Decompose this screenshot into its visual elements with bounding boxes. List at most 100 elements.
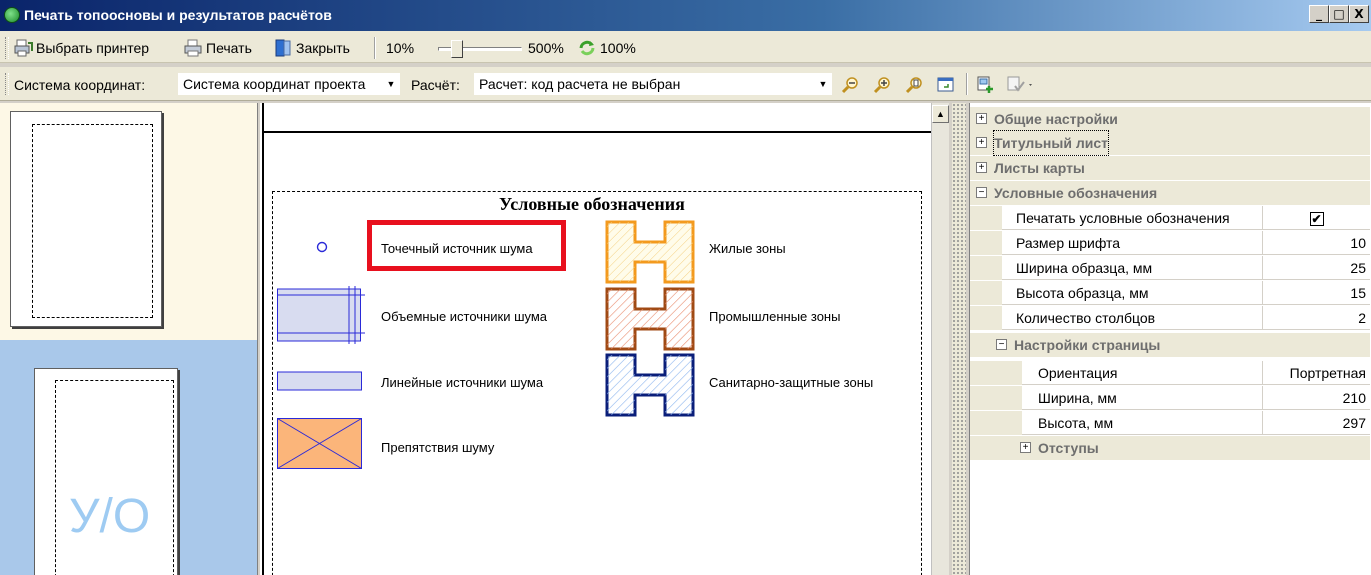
property-name: Количество столбцов [1016,310,1156,326]
collapse-icon[interactable]: − [976,187,987,198]
printer-icon [184,39,202,57]
property-name: Высота, мм [1038,415,1114,431]
dropdown-arrow-icon: ▼ [818,79,828,89]
property-name: Ориентация [1038,365,1118,381]
category-margins[interactable]: + Отступы [970,436,1370,460]
coordinate-system-value: Система координат проекта [183,76,366,92]
legend-line-sources-label: Линейные источники шума [381,375,544,390]
minimize-button[interactable]: _ [1309,5,1329,23]
expand-icon[interactable]: + [976,113,987,124]
zoom-slider-thumb[interactable] [451,40,463,58]
category-page-settings[interactable]: − Настройки страницы [970,333,1370,357]
legend-obstacles-label: Препятствия шуму [381,440,495,455]
category-title-sheet[interactable]: + Титульный лист [970,130,1370,156]
add-sheet-icon [977,76,993,93]
close-window-button[interactable]: X [1349,5,1369,23]
toolbar-separator [966,73,968,95]
preview-scrollbar[interactable]: ▲ [931,103,949,575]
property-name: Высота образца, мм [1016,285,1149,301]
zoom-slider[interactable] [438,40,522,58]
page-top-edge [262,131,931,133]
checkbox-checked-icon[interactable]: ✔ [1309,212,1324,226]
category-general-settings[interactable]: + Общие настройки [970,107,1370,131]
zoom-min-label: 10% [386,37,414,59]
page-left-edge [262,103,264,575]
property-value-checkbox[interactable]: ✔ [1262,206,1370,230]
legend-page-caption: У/О [69,490,151,543]
industrial-zone-symbol [605,287,695,351]
property-row[interactable]: Размер шрифта 10 [970,231,1370,255]
expand-icon[interactable]: + [976,137,987,148]
sanitary-zone-symbol [605,353,695,417]
scroll-up-arrow-icon[interactable]: ▲ [932,105,949,123]
property-value[interactable]: 25 [1262,256,1370,280]
property-name: Печатать условные обозначения [1016,210,1230,226]
dropdown-arrow-icon: ▼ [386,79,396,89]
category-label: Настройки страницы [1014,337,1161,353]
collapse-icon[interactable]: − [996,339,1007,350]
point-source-symbol [316,241,328,253]
expand-icon[interactable]: + [1020,442,1031,453]
print-preview-area[interactable]: Условные обозначения Точечный источник ш… [260,103,931,575]
row-gutter [970,386,1022,410]
category-map-sheets[interactable]: + Листы карты [970,156,1370,180]
select-printer-button[interactable]: Выбрать принтер [14,37,149,59]
row-gutter [970,411,1022,435]
zoom-page-button[interactable] [902,73,926,97]
zoom-in-button[interactable] [870,73,894,97]
page-margin-frame [55,380,174,575]
maximize-button[interactable]: □ [1329,5,1349,23]
zoom-out-button[interactable] [838,73,862,97]
toolbar-grip[interactable] [5,37,9,59]
zoom-in-icon [873,77,890,94]
row-gutter [970,231,1002,255]
category-label: Отступы [1038,440,1099,456]
toolbar-grip[interactable] [5,73,9,95]
add-sheet-button[interactable] [974,73,998,97]
property-row[interactable]: Ориентация Портретная [970,361,1370,385]
print-label: Печать [206,40,252,56]
property-value[interactable]: 15 [1262,281,1370,305]
coordinate-system-label: Система координат: [14,77,146,93]
zoom-out-icon [841,77,858,94]
residential-zone-symbol [605,220,695,284]
page-thumbnail-1[interactable] [10,111,162,327]
calculation-label: Расчёт: [411,77,460,93]
expand-icon[interactable]: + [976,162,987,173]
window-title: Печать топоосновы и результатов расчётов [24,7,332,23]
line-sources-symbol [277,371,362,391]
panel-splitter[interactable] [952,103,966,575]
sheet-check-icon [1007,76,1032,92]
property-row[interactable]: Количество столбцов 2 [970,306,1370,330]
property-row[interactable]: Высота образца, мм 15 [970,281,1370,305]
obstacles-symbol [277,418,362,469]
page-thumbnail-2[interactable]: У/О [34,368,178,575]
print-button[interactable]: Печать [184,37,252,59]
property-value[interactable]: 10 [1262,231,1370,255]
printer-settings-icon [14,39,33,57]
property-row[interactable]: Высота, мм 297 [970,411,1370,435]
property-value[interactable]: 297 [1262,411,1370,435]
legend-sanitary-label: Санитарно-защитные зоны [709,375,874,390]
property-value[interactable]: Портретная [1262,361,1370,385]
calculation-select[interactable]: Расчет: код расчета не выбран ▼ [474,73,832,95]
property-name: Размер шрифта [1016,235,1121,251]
settings-toolbar: Система координат: Система координат про… [0,67,1371,101]
property-value[interactable]: 210 [1262,386,1370,410]
highlight-box [367,220,566,271]
property-row[interactable]: Ширина образца, мм 25 [970,256,1370,280]
zoom-100-button[interactable]: 100% [578,37,636,59]
property-row[interactable]: Ширина, мм 210 [970,386,1370,410]
page-thumbnails-panel: У/О [0,103,258,575]
toolbar-separator [374,37,376,59]
close-preview-button[interactable]: Закрыть [274,37,350,59]
fit-window-button[interactable] [934,73,958,97]
sheet-options-dropdown[interactable] [1004,73,1038,97]
legend-title: Условные обозначения [499,194,685,214]
property-row[interactable]: Печатать условные обозначения ✔ [970,206,1370,230]
coordinate-system-select[interactable]: Система координат проекта ▼ [178,73,400,95]
property-value[interactable]: 2 [1262,306,1370,330]
category-legend[interactable]: − Условные обозначения [970,181,1370,205]
zoom-max-label: 500% [528,37,564,59]
main-toolbar: Выбрать принтер Печать Закрыть 10% 500% [0,31,1371,63]
